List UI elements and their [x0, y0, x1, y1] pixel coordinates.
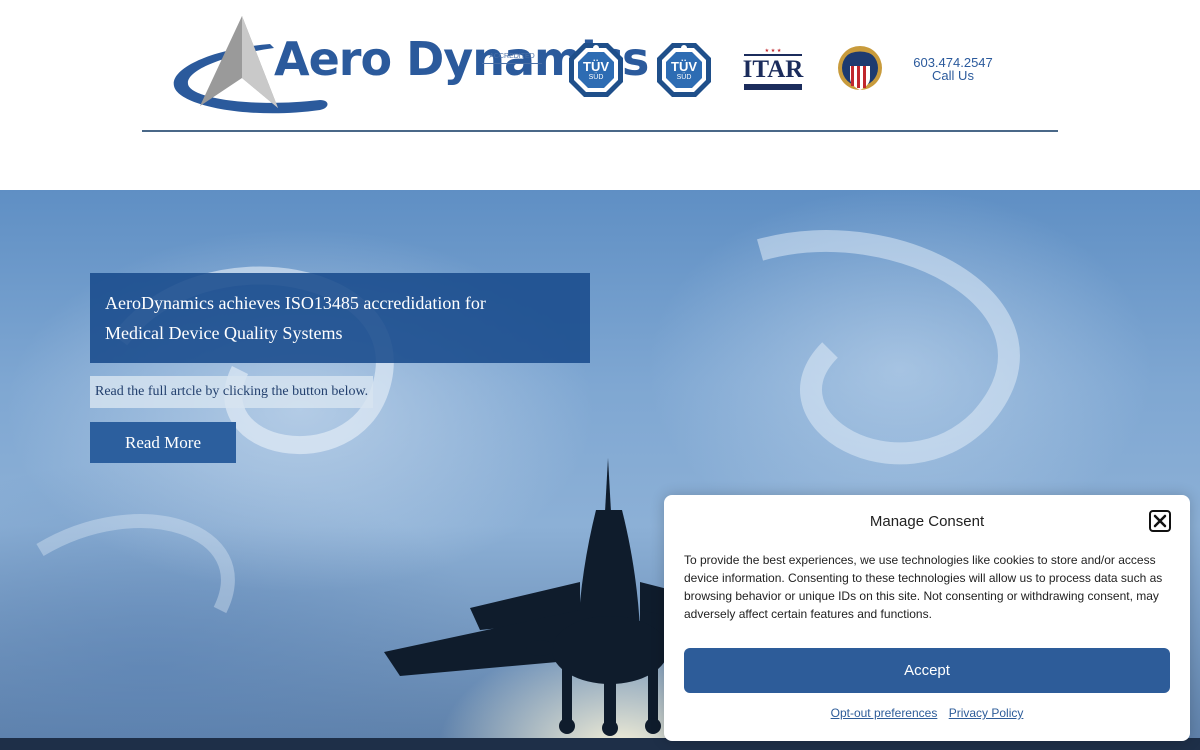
site-header: Aero Dynamics ACCREDITED TÜV SÜD TÜV SÜD…: [0, 0, 1200, 190]
headline-banner: AeroDynamics achieves ISO13485 accredida…: [90, 273, 590, 363]
consent-dialog: Manage Consent To provide the best exper…: [664, 495, 1190, 741]
close-icon: [1153, 514, 1167, 528]
read-more-button[interactable]: Read More: [90, 422, 236, 463]
itar-badge-icon[interactable]: ★ ★ ★ ITAR: [742, 46, 804, 92]
consent-title: Manage Consent: [869, 513, 985, 530]
tuv-text: TÜV: [671, 59, 697, 74]
hero-headline: AeroDynamics achieves ISO13485 accredida…: [105, 293, 486, 343]
accreditation-text: ACCREDITED: [489, 53, 535, 60]
dla-seal-icon[interactable]: [836, 42, 884, 98]
itar-text: ITAR: [742, 56, 804, 83]
accreditation-mark: ACCREDITED: [482, 52, 542, 82]
privacy-policy-link[interactable]: Privacy Policy: [949, 706, 1024, 720]
accept-button[interactable]: Accept: [684, 648, 1170, 693]
header-divider: [142, 130, 1058, 132]
opt-out-preferences-link[interactable]: Opt-out preferences: [831, 706, 938, 720]
hero-subnote: Read the full artcle by clicking the but…: [90, 376, 374, 408]
consent-body-text: To provide the best experiences, we use …: [684, 553, 1163, 621]
consent-links: Opt-out preferences Privacy Policy: [664, 706, 1190, 720]
call-us-link[interactable]: Call Us: [900, 69, 1006, 82]
svg-text:★ ★ ★: ★ ★ ★: [765, 48, 782, 54]
tuv-sud-badge-icon[interactable]: TÜV SÜD: [568, 42, 624, 98]
phone-contact[interactable]: 603.474.2547 Call Us: [900, 56, 1006, 82]
tuv-sud-iso-badge-icon[interactable]: TÜV SÜD: [656, 42, 712, 98]
tuv-text: TÜV: [583, 59, 609, 74]
sud-text: SÜD: [588, 74, 604, 81]
close-button[interactable]: [1149, 510, 1171, 532]
sud-text: SÜD: [676, 74, 692, 81]
